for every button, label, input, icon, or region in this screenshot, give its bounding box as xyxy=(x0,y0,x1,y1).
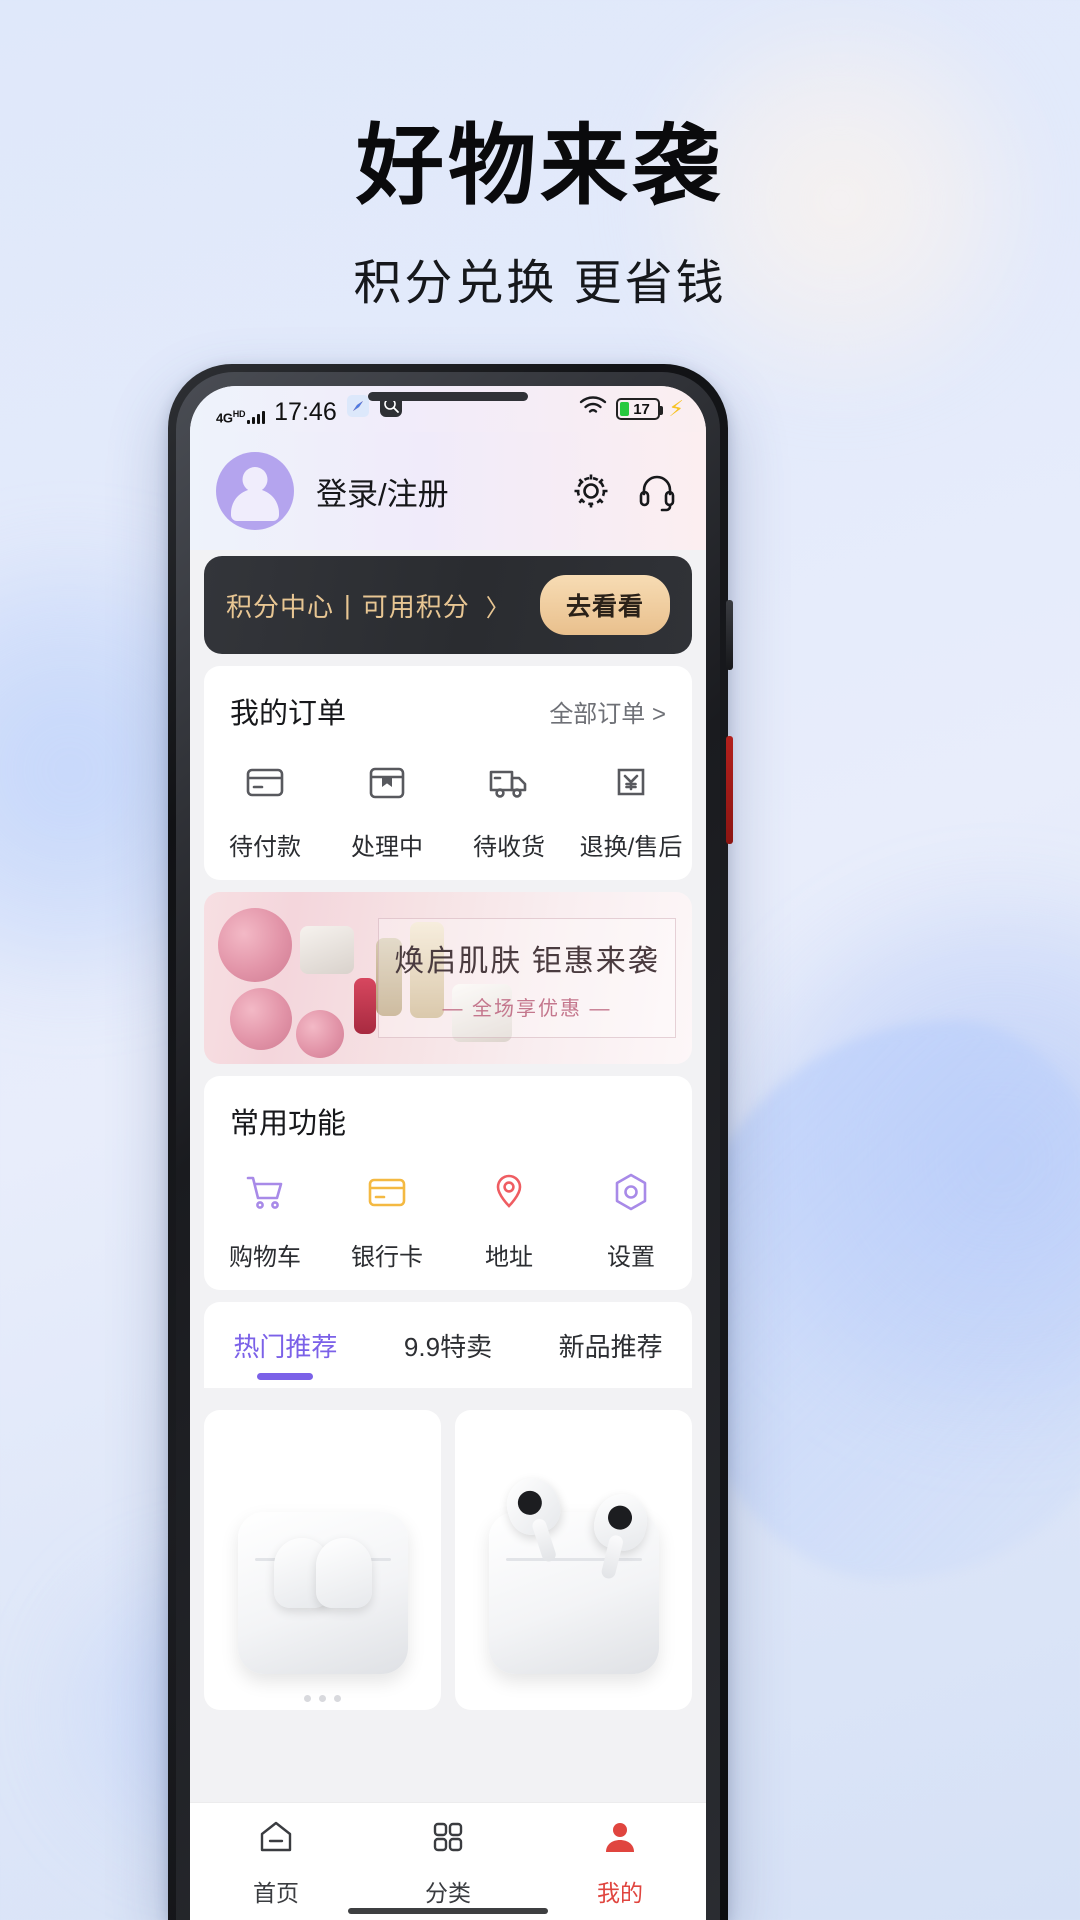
page-subtitle: 积分兑换 更省钱 xyxy=(353,257,727,311)
order-status-processing[interactable]: 处理中 xyxy=(326,742,448,862)
page-title: 好物来袭 xyxy=(355,116,724,215)
truck-delivery-icon xyxy=(483,756,535,813)
network-indicator: 4GHD xyxy=(216,409,266,424)
wallet-card-icon xyxy=(239,756,291,813)
home-icon xyxy=(254,1815,298,1864)
order-status-refund[interactable]: 退换/售后 xyxy=(570,742,692,862)
nav-category[interactable]: 分类 xyxy=(362,1815,534,1908)
charging-bolt-icon: ⚡ xyxy=(668,396,684,421)
bank-card-icon xyxy=(361,1166,413,1223)
common-functions-grid: 购物车 银行卡 地址 设置 xyxy=(204,1152,692,1272)
bottom-navigation: 首页 分类 我的 xyxy=(190,1802,706,1920)
category-grid-icon xyxy=(426,1815,470,1864)
available-points-label: 可用积分 xyxy=(361,591,470,622)
points-banner-text: 积分中心 | 可用积分 〉 xyxy=(226,587,511,624)
go-look-button[interactable]: 去看看 xyxy=(539,575,670,635)
volume-button[interactable] xyxy=(726,736,733,844)
product-list xyxy=(204,1410,692,1710)
shopping-cart-icon xyxy=(239,1166,291,1223)
earpiece-notch xyxy=(368,392,528,401)
person-icon xyxy=(598,1815,642,1864)
refund-yen-icon xyxy=(605,756,657,813)
nav-home[interactable]: 首页 xyxy=(190,1815,362,1908)
bg-swoosh-shape xyxy=(680,1020,1080,1580)
signal-bars-icon xyxy=(247,410,266,424)
promo-banner[interactable]: 焕启肌肤 钜惠来袭 — 全场享优惠 — xyxy=(204,892,692,1064)
tab-hot-recommend[interactable]: 热门推荐 xyxy=(204,1327,367,1364)
phone-screen: 4GHD 17:46 17 ⚡ 登录/注册 积分中心 | 可用积分 〉 去看看 … xyxy=(190,386,706,1920)
recommend-tabs: 热门推荐 9.9特卖 新品推荐 xyxy=(204,1302,692,1388)
avatar[interactable] xyxy=(216,452,294,530)
points-divider: | xyxy=(344,589,352,620)
chevron-right-icon: 〉 xyxy=(485,594,511,622)
product-image-dots xyxy=(204,1695,441,1702)
product-card[interactable] xyxy=(455,1410,692,1710)
settings-hex-icon xyxy=(605,1166,657,1223)
order-status-pending-payment[interactable]: 待付款 xyxy=(204,742,326,862)
order-status-grid: 待付款 处理中 待收货 退换/售后 xyxy=(204,742,692,862)
function-shopping-cart[interactable]: 购物车 xyxy=(204,1152,326,1272)
points-center-label: 积分中心 xyxy=(226,591,335,622)
function-bank-card[interactable]: 银行卡 xyxy=(326,1152,448,1272)
box-package-icon xyxy=(361,756,413,813)
common-functions-title: 常用功能 xyxy=(230,1108,347,1140)
function-address[interactable]: 地址 xyxy=(448,1152,570,1272)
airpods-case-image xyxy=(237,1512,408,1674)
home-indicator xyxy=(348,1908,548,1914)
battery-icon: 17 xyxy=(615,398,663,420)
points-banner[interactable]: 积分中心 | 可用积分 〉 去看看 xyxy=(204,556,692,654)
wifi-icon xyxy=(579,395,607,423)
compass-icon xyxy=(346,394,370,424)
location-pin-icon xyxy=(483,1166,535,1223)
phone-mockup: 4GHD 17:46 17 ⚡ 登录/注册 积分中心 | 可用积分 〉 去看看 … xyxy=(168,364,733,1920)
tab-99-sale[interactable]: 9.9特卖 xyxy=(367,1327,530,1364)
status-clock: 17:46 xyxy=(274,398,337,426)
all-orders-link[interactable]: 全部订单 > xyxy=(549,694,666,729)
promo-text-box: 焕启肌肤 钜惠来袭 — 全场享优惠 — xyxy=(378,918,676,1038)
promo-subline: — 全场享优惠 — xyxy=(442,997,612,1020)
function-settings[interactable]: 设置 xyxy=(570,1152,692,1272)
common-functions-card: 常用功能 购物车 银行卡 地址 设置 xyxy=(204,1076,692,1290)
power-button[interactable] xyxy=(726,600,733,670)
hero-section: 好物来袭 积分兑换 更省钱 xyxy=(0,118,1080,313)
promo-headline: 焕启肌肤 钜惠来袭 xyxy=(394,944,660,978)
gear-icon[interactable] xyxy=(568,468,614,514)
product-card[interactable] xyxy=(204,1410,441,1710)
order-status-shipping[interactable]: 待收货 xyxy=(448,742,570,862)
nav-mine[interactable]: 我的 xyxy=(534,1815,706,1908)
airpods3-case-image xyxy=(488,1471,659,1674)
app-header: 登录/注册 xyxy=(190,432,706,550)
login-register-link[interactable]: 登录/注册 xyxy=(316,469,449,514)
headset-icon[interactable] xyxy=(634,468,680,514)
tab-new-arrivals[interactable]: 新品推荐 xyxy=(529,1327,692,1364)
my-orders-title: 我的订单 xyxy=(230,698,347,730)
my-orders-card: 我的订单 全部订单 > 待付款 处理中 待收货 退换/售后 xyxy=(204,666,692,880)
